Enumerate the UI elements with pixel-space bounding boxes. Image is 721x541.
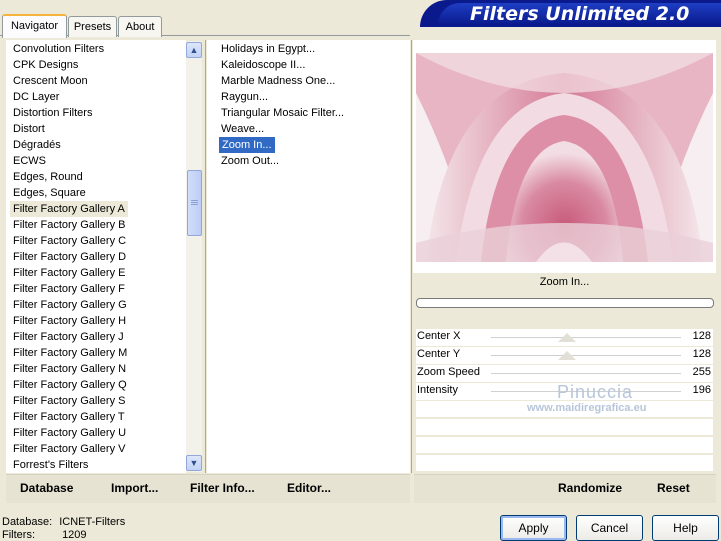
- app-title: Filters Unlimited 2.0: [470, 3, 690, 25]
- param-slider-thumb[interactable]: [558, 351, 576, 360]
- param-label: Zoom Speed: [417, 366, 480, 378]
- category-item[interactable]: CPK Designs: [13, 57, 78, 73]
- category-item[interactable]: Filter Factory Gallery E: [13, 265, 125, 281]
- category-item[interactable]: Filter Factory Gallery A: [10, 201, 128, 217]
- param-slider-track[interactable]: [491, 373, 681, 374]
- category-item[interactable]: Filter Factory Gallery S: [13, 393, 125, 409]
- category-item[interactable]: Edges, Square: [13, 185, 86, 201]
- category-scrollbar[interactable]: [186, 41, 202, 472]
- category-item[interactable]: Filter Factory Gallery C: [13, 233, 126, 249]
- status-filters: Filters: 1209: [2, 529, 87, 541]
- filter-item[interactable]: Weave...: [221, 121, 264, 137]
- divider: [411, 40, 412, 473]
- preview-label: Zoom In...: [539, 276, 590, 288]
- param-value: 128: [692, 330, 711, 342]
- param-label: Center Y: [417, 348, 461, 360]
- param-row-empty: [416, 419, 713, 435]
- cancel-button[interactable]: Cancel: [576, 515, 643, 541]
- scroll-down-button[interactable]: ▼: [186, 455, 202, 471]
- category-item[interactable]: Dégradés: [13, 137, 61, 153]
- preview-image: [416, 53, 713, 262]
- database-button[interactable]: Database: [20, 481, 73, 495]
- help-button[interactable]: Help: [652, 515, 719, 541]
- filter-item[interactable]: Marble Madness One...: [221, 73, 335, 89]
- status-database: Database: ICNET-Filters: [2, 516, 125, 528]
- param-slider-track[interactable]: [491, 355, 681, 356]
- param-slider-track[interactable]: [491, 337, 681, 338]
- category-item[interactable]: Convolution Filters: [13, 41, 104, 57]
- category-item[interactable]: Distortion Filters: [13, 105, 92, 121]
- param-slider-thumb[interactable]: [558, 333, 576, 342]
- category-item[interactable]: Filter Factory Gallery T: [13, 409, 125, 425]
- param-row[interactable]: Zoom Speed 255: [416, 365, 713, 382]
- divider: [205, 40, 206, 473]
- category-item[interactable]: Filter Factory Gallery F: [13, 281, 125, 297]
- category-item[interactable]: Crescent Moon: [13, 73, 88, 89]
- category-item[interactable]: Filter Factory Gallery N: [13, 361, 126, 377]
- category-item[interactable]: Filter Factory Gallery H: [13, 313, 126, 329]
- status-filters-value: 1209: [62, 529, 87, 541]
- category-item[interactable]: ECWS: [13, 153, 46, 169]
- param-value: 196: [692, 384, 711, 396]
- category-item[interactable]: Filter Factory Gallery D: [13, 249, 126, 265]
- param-label: Center X: [417, 330, 461, 342]
- category-item[interactable]: Filter Factory Gallery G: [13, 297, 127, 313]
- watermark-site: www.maidiregrafica.eu: [527, 402, 647, 414]
- watermark-name: Pinuccia: [557, 382, 634, 402]
- category-item[interactable]: Filter Factory Gallery V: [13, 441, 125, 457]
- scroll-up-button[interactable]: ▲: [186, 42, 202, 58]
- filter-item[interactable]: Zoom In...: [218, 136, 276, 154]
- param-value: 128: [692, 348, 711, 360]
- tab-presets[interactable]: Presets: [68, 16, 117, 37]
- param-row[interactable]: Center X 128: [416, 329, 713, 346]
- param-row-empty: [416, 455, 713, 471]
- status-filters-label: Filters:: [2, 529, 35, 541]
- category-item[interactable]: Filter Factory Gallery J: [13, 329, 124, 345]
- category-item[interactable]: Filter Factory Gallery Q: [13, 377, 127, 393]
- filter-item[interactable]: Kaleidoscope II...: [221, 57, 305, 73]
- scroll-thumb[interactable]: [187, 170, 202, 236]
- status-database-label: Database:: [2, 516, 53, 528]
- randomize-button[interactable]: Randomize: [558, 481, 622, 495]
- filter-item[interactable]: Triangular Mosaic Filter...: [221, 105, 344, 121]
- category-item[interactable]: Filter Factory Gallery M: [13, 345, 127, 361]
- category-item[interactable]: Forrest's Filters: [13, 457, 88, 473]
- filter-list[interactable]: Holidays in Egypt... Kaleidoscope II... Ma…: [207, 40, 410, 473]
- filter-item[interactable]: Holidays in Egypt...: [221, 41, 315, 57]
- category-item[interactable]: DC Layer: [13, 89, 59, 105]
- progress-bar: [416, 298, 714, 308]
- status-database-value: ICNET-Filters: [59, 516, 126, 528]
- category-item[interactable]: Edges, Round: [13, 169, 83, 185]
- category-list[interactable]: Convolution Filters CPK Designs Crescent M…: [6, 40, 186, 473]
- filter-item[interactable]: Raygun...: [221, 89, 268, 105]
- reset-button[interactable]: Reset: [657, 481, 690, 495]
- editor-button[interactable]: Editor...: [287, 481, 331, 495]
- param-row-empty: [416, 437, 713, 453]
- category-item[interactable]: Distort: [13, 121, 45, 137]
- tab-navigator[interactable]: Navigator: [2, 14, 67, 38]
- apply-button[interactable]: Apply: [500, 515, 567, 541]
- filter-item[interactable]: Zoom Out...: [221, 153, 279, 169]
- param-label: Intensity: [417, 384, 458, 396]
- category-item[interactable]: Filter Factory Gallery U: [13, 425, 126, 441]
- filter-info-button[interactable]: Filter Info...: [190, 481, 255, 495]
- import-button[interactable]: Import...: [111, 481, 158, 495]
- param-value: 255: [692, 366, 711, 378]
- tab-about[interactable]: About: [118, 16, 162, 37]
- category-item[interactable]: Filter Factory Gallery B: [13, 217, 125, 233]
- param-row[interactable]: Center Y 128: [416, 347, 713, 364]
